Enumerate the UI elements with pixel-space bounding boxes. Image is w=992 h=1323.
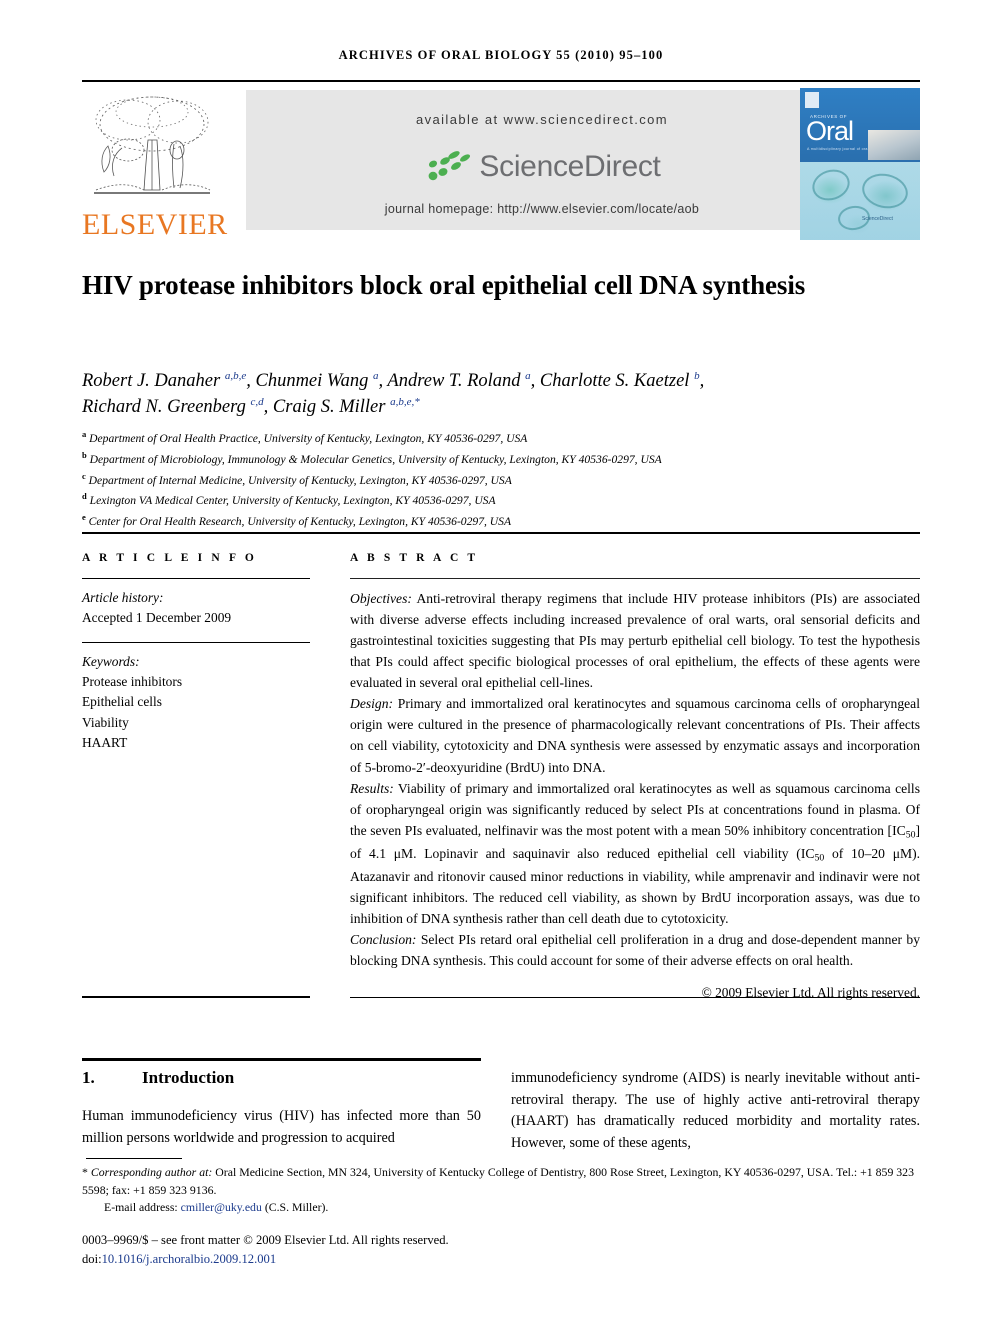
page-title: HIV protease inhibitors block oral epith… [82,270,806,300]
abstract-objectives: Objectives: Anti-retroviral therapy regi… [350,588,920,693]
affiliation-item: a Department of Oral Health Practice, Un… [82,429,528,445]
abstract-section-top-rule [82,532,920,534]
issn-line: 0003–9969/$ – see front matter © 2009 El… [82,1233,449,1247]
cover-oral-title: Oral [806,116,854,146]
doi-label: doi: [82,1251,102,1266]
article-info-heading: A R T I C L E I N F O [82,552,257,564]
abstract-column: A B S T R A C T Objectives: Anti-retrovi… [350,552,920,1004]
affiliation-item: c Department of Internal Medicine, Unive… [82,470,512,487]
keywords-label: Keywords: [82,654,140,670]
introduction-heading: 1. Introduction [82,1068,481,1088]
abstract-rule [350,578,920,579]
sciencedirect-wordmark: ScienceDirect [479,150,661,183]
body-column-right: immunodeficiency syndrome (AIDS) is near… [511,1068,920,1154]
abstract-results-sub-2: 50 [814,852,825,864]
elsevier-wordmark: ELSEVIER [82,208,228,241]
abstract-results-text-1: Viability of primary and immortalized or… [350,780,920,838]
sciencedirect-logo: ScienceDirect [246,146,838,188]
abstract-heading: A B S T R A C T [350,552,479,564]
elsevier-tree-icon [88,90,216,206]
corresponding-author-line: * Corresponding author at: Oral Medicine… [82,1164,920,1199]
abstract-objectives-text: Anti-retroviral therapy regimens that in… [350,591,920,691]
cover-elsevier-icon [805,92,819,108]
introduction-text-left: Human immunodeficiency virus (HIV) has i… [82,1108,481,1146]
corresponding-author-label: Corresponding author at: [90,1165,213,1179]
email-link[interactable]: cmiller@uky.edu [181,1200,262,1214]
cover-micrograph-image: ScienceDirect [800,162,920,240]
corresponding-marker: * [82,1165,88,1179]
doi-link[interactable]: 10.1016/j.archoralbio.2009.12.001 [102,1252,277,1266]
footnote-rule [86,1158,182,1159]
journal-cover-thumbnail: ARCHIVES OF Oral Biology A multidiscipli… [800,88,920,240]
affiliation-item: e Center for Oral Health Research, Unive… [82,512,512,528]
doi-line: doi:10.1016/j.archoralbio.2009.12.001 [82,1250,920,1269]
sciencedirect-panel: available at www.sciencedirect.com Scien… [246,90,838,230]
article-info-bottom-rule [82,996,310,998]
paper-page: ARCHIVES OF ORAL BIOLOGY 55 (2010) 95–10… [0,0,992,1323]
abstract-conclusion-label: Conclusion: [350,931,417,947]
introduction-title: Introduction [142,1068,235,1087]
abstract-results-sub-1: 50 [905,829,916,841]
abstract-copyright: © 2009 Elsevier Ltd. All rights reserved… [701,984,920,1000]
article-history-block: Article history: Accepted 1 December 200… [82,588,310,628]
abstract-body: Objectives: Anti-retroviral therapy regi… [350,588,920,1004]
email-label: E-mail address: [104,1200,178,1215]
abstract-design-label: Design: [350,696,394,712]
available-at-text: available at www.sciencedirect.com [415,112,669,127]
cover-teeth-image [868,130,920,160]
affiliation-item: d Lexington VA Medical Center, Universit… [82,491,496,508]
introduction-number: 1. [82,1068,95,1087]
abstract-bottom-rule [350,997,920,998]
running-head: ARCHIVES OF ORAL BIOLOGY 55 (2010) 95–10… [338,48,664,62]
author-line-2: Richard N. Greenberg c,d, Craig S. Mille… [82,396,420,418]
cover-sciencedirect-mark: ScienceDirect [862,216,893,222]
article-info-rule-2 [82,642,310,644]
article-history-label: Article history: [82,590,164,605]
email-owner: (C.S. Miller). [264,1200,329,1215]
abstract-conclusion-text: Select PIs retard oral epithelial cell p… [350,931,920,968]
keyword-item: HAART [82,734,128,750]
affiliation-list: a Department of Oral Health Practice, Un… [82,428,882,532]
keywords-block: Keywords: Protease inhibitors Epithelial… [82,652,310,753]
introduction-text-right: immunodeficiency syndrome (AIDS) is near… [511,1070,920,1151]
journal-banner: ELSEVIER available at www.sciencedirect.… [82,88,920,241]
article-info-column: A R T I C L E I N F O Article history: A… [82,552,310,753]
abstract-results: Results: Viability of primary and immort… [350,778,920,929]
body-column-left: 1. Introduction Human immunodeficiency v… [82,1068,481,1149]
header-rule [82,80,920,82]
elsevier-logo: ELSEVIER [82,90,228,241]
author-line-1: Robert J. Danaher a,b,e, Chunmei Wang a,… [82,369,705,391]
keyword-item: Viability [82,714,129,730]
email-line: E-mail address: cmiller@uky.edu (C.S. Mi… [82,1199,920,1217]
journal-homepage-text: journal homepage: http://www.elsevier.co… [384,202,700,216]
introduction-top-rule [82,1058,481,1061]
affiliation-item: b Department of Microbiology, Immunology… [82,449,662,466]
corresponding-author-footnote: * Corresponding author at: Oral Medicine… [82,1164,920,1217]
keyword-item: Protease inhibitors [82,674,183,690]
abstract-design-text: Primary and immortalized oral keratinocy… [350,696,920,775]
abstract-conclusion: Conclusion: Select PIs retard oral epith… [350,929,920,971]
keyword-item: Epithelial cells [82,694,162,710]
abstract-objectives-label: Objectives: [350,591,412,606]
article-history-value: Accepted 1 December 2009 [82,610,232,626]
author-list: Robert J. Danaher a,b,e, Chunmei Wang a,… [82,368,882,421]
abstract-results-label: Results: [350,780,394,796]
abstract-design: Design: Primary and immortalized oral ke… [350,693,920,777]
sciencedirect-dots-icon [429,151,471,181]
footer-metadata: 0003–9969/$ – see front matter © 2009 El… [82,1231,920,1269]
article-info-rule-1 [82,578,310,579]
